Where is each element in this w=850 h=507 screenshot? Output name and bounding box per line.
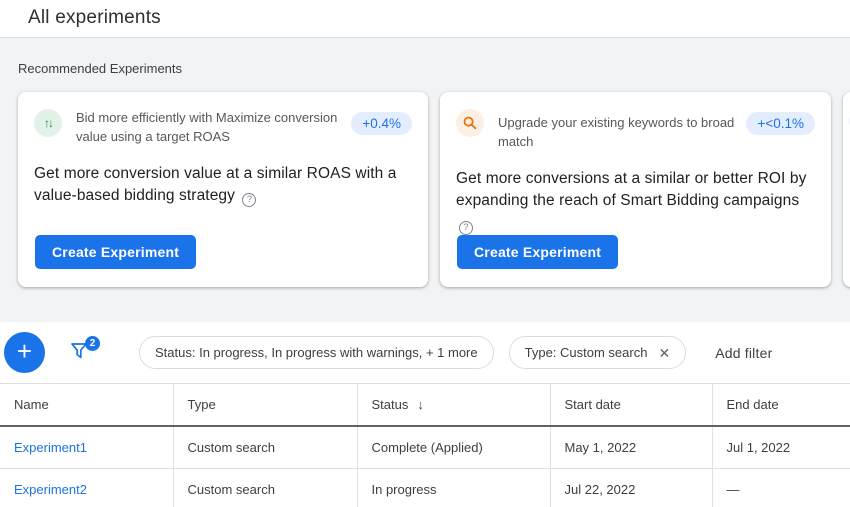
card-top-row: ↑↓ Bid more efficiently with Maximize co… — [34, 107, 412, 147]
experiment-link[interactable]: Experiment1 — [0, 426, 173, 469]
add-filter-button[interactable]: Add filter — [715, 345, 772, 361]
uplift-badge: +<0.1% — [746, 112, 815, 135]
close-icon[interactable]: ✕ — [658, 346, 670, 360]
table-row: Experiment1 Custom search Complete (Appl… — [0, 426, 850, 469]
column-header-type[interactable]: Type — [173, 384, 357, 427]
table-header-row: Name Type Status↓ Start date End date — [0, 384, 850, 427]
recommendation-title: Bid more efficiently with Maximize conve… — [76, 109, 339, 147]
recommendation-headline: Get more conversion value at a similar R… — [34, 163, 412, 208]
recommended-experiments-section: Recommended Experiments ↑↓ Bid more effi… — [0, 37, 850, 322]
recommendation-cards-row: ↑↓ Bid more efficiently with Maximize co… — [18, 92, 850, 287]
start-date-cell: May 1, 2022 — [550, 426, 712, 469]
add-experiment-button[interactable]: + — [4, 332, 45, 373]
experiment-link[interactable]: Experiment2 — [0, 469, 173, 507]
arrows-up-down-icon: ↑↓ — [34, 109, 62, 137]
filter-chips: Status: In progress, In progress with wa… — [139, 336, 686, 369]
column-header-end-date[interactable]: End date — [712, 384, 850, 427]
recommendation-card-target-roas: ↑↓ Bid more efficiently with Maximize co… — [18, 92, 428, 287]
start-date-cell: Jul 22, 2022 — [550, 469, 712, 507]
status-cell: Complete (Applied) — [357, 426, 550, 469]
filter-funnel-button[interactable]: 2 — [69, 339, 93, 367]
search-icon — [456, 109, 484, 137]
recommended-experiments-label: Recommended Experiments — [18, 61, 850, 76]
end-date-cell: Jul 1, 2022 — [712, 426, 850, 469]
filter-chip-status[interactable]: Status: In progress, In progress with wa… — [139, 336, 494, 369]
recommendation-title: Upgrade your existing keywords to broad … — [498, 114, 734, 152]
column-header-status[interactable]: Status↓ — [357, 384, 550, 427]
create-experiment-button[interactable]: Create Experiment — [457, 235, 618, 269]
filter-chip-type[interactable]: Type: Custom search ✕ — [509, 336, 687, 369]
sort-descending-icon: ↓ — [417, 397, 424, 412]
uplift-badge: +0.4% — [351, 112, 412, 135]
filter-bar: + 2 Status: In progress, In progress wit… — [0, 322, 850, 383]
page-title: All experiments — [28, 7, 850, 29]
plus-icon: + — [17, 338, 32, 364]
column-header-name[interactable]: Name — [0, 384, 173, 427]
card-top-row: Upgrade your existing keywords to broad … — [456, 107, 815, 152]
experiments-table: Name Type Status↓ Start date End date Ex… — [0, 383, 850, 507]
create-experiment-button[interactable]: Create Experiment — [35, 235, 196, 269]
page-header: All experiments — [0, 0, 850, 37]
chip-label: Status: In progress, In progress with wa… — [155, 345, 478, 360]
recommendation-card-broad-match: Upgrade your existing keywords to broad … — [440, 92, 831, 287]
help-icon[interactable]: ? — [459, 221, 473, 235]
recommendation-headline: Get more conversions at a similar or bet… — [456, 168, 815, 235]
column-header-start-date[interactable]: Start date — [550, 384, 712, 427]
end-date-cell: — — [712, 469, 850, 507]
help-icon[interactable]: ? — [242, 193, 256, 207]
filter-count-badge: 2 — [85, 336, 100, 351]
chip-label: Type: Custom search — [525, 345, 648, 360]
type-cell: Custom search — [173, 469, 357, 507]
status-cell: In progress — [357, 469, 550, 507]
recommendation-card-partial — [843, 92, 850, 287]
table-row: Experiment2 Custom search In progress Ju… — [0, 469, 850, 507]
type-cell: Custom search — [173, 426, 357, 469]
